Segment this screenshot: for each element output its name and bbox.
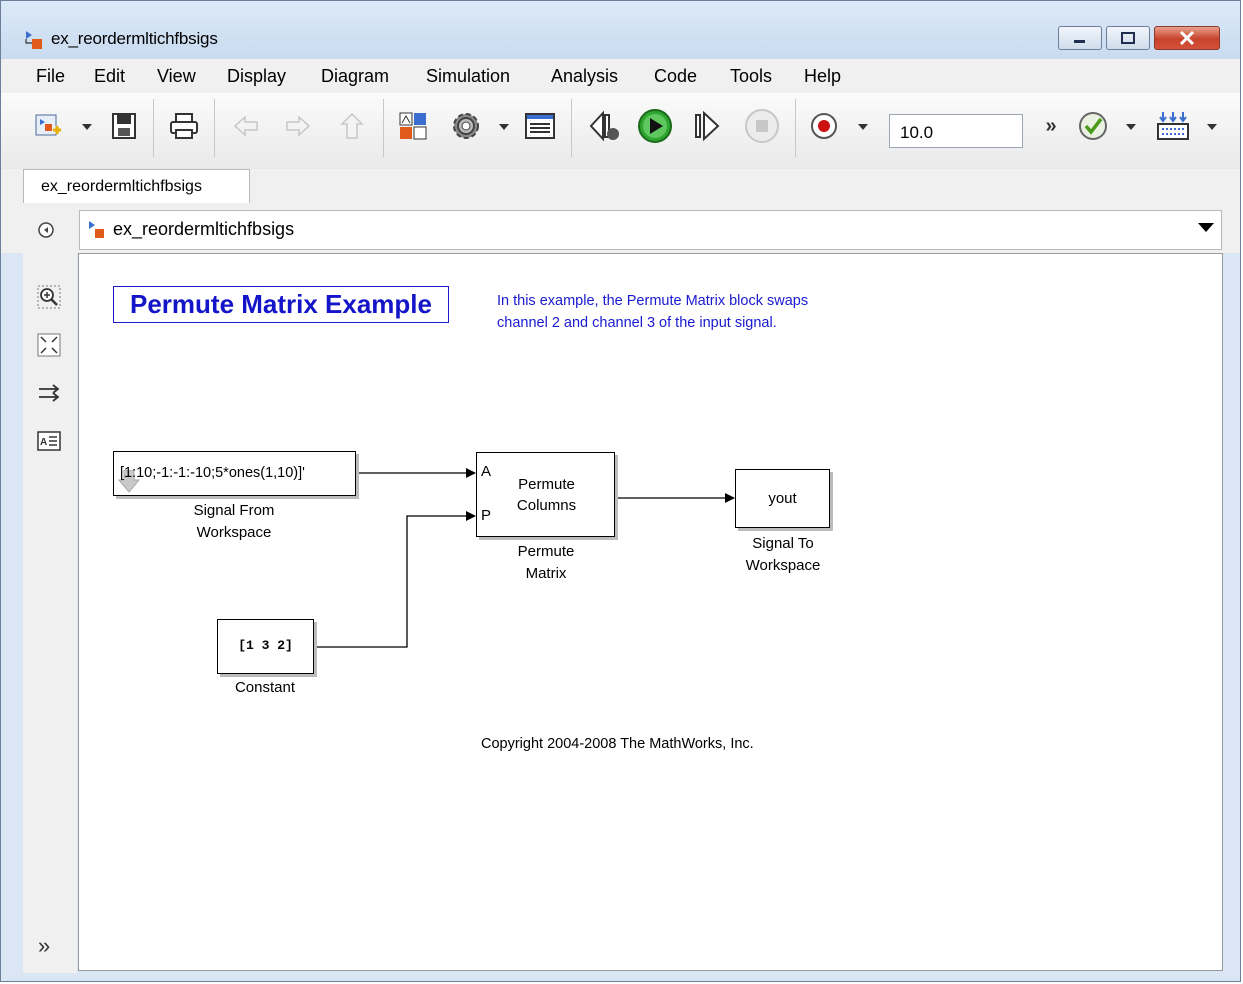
- permute-block-text: Permute Columns: [477, 474, 616, 516]
- label-line: Signal To: [752, 535, 814, 552]
- signal-line-permutation[interactable]: [314, 511, 476, 648]
- block-text-line: Permute: [518, 476, 575, 493]
- label-line: Signal From: [193, 502, 275, 519]
- signal-to-workspace-label: Signal To Workspace: [703, 533, 863, 577]
- signal-from-workspace-block[interactable]: [1:10;-1:-1:-10;5*ones(1,10)]': [113, 451, 356, 496]
- signal-from-workspace-label: Signal From Workspace: [154, 500, 314, 544]
- constant-block[interactable]: [1 3 2]: [217, 619, 314, 674]
- signal-to-workspace-text: yout: [768, 490, 797, 507]
- permute-matrix-label: Permute Matrix: [466, 541, 626, 585]
- signal-from-workspace-text: [1:10;-1:-1:-10;5*ones(1,10)]': [120, 465, 305, 481]
- label-line: Permute: [517, 543, 575, 560]
- constant-label: Constant: [234, 679, 296, 696]
- signal-to-workspace-block[interactable]: yout: [735, 469, 830, 528]
- copyright-annotation: Copyright 2004-2008 The MathWorks, Inc.: [481, 736, 754, 752]
- label-line: Workspace: [196, 524, 272, 541]
- permute-matrix-block[interactable]: A P Permute Columns: [476, 452, 615, 537]
- app-window: ex_reordermltichfbsigs File Edit View Di…: [0, 0, 1241, 982]
- block-text-line: Columns: [516, 497, 577, 514]
- constant-value-text: [1 3 2]: [238, 638, 293, 653]
- label-line: Matrix: [525, 565, 567, 582]
- label-line: Workspace: [745, 557, 821, 574]
